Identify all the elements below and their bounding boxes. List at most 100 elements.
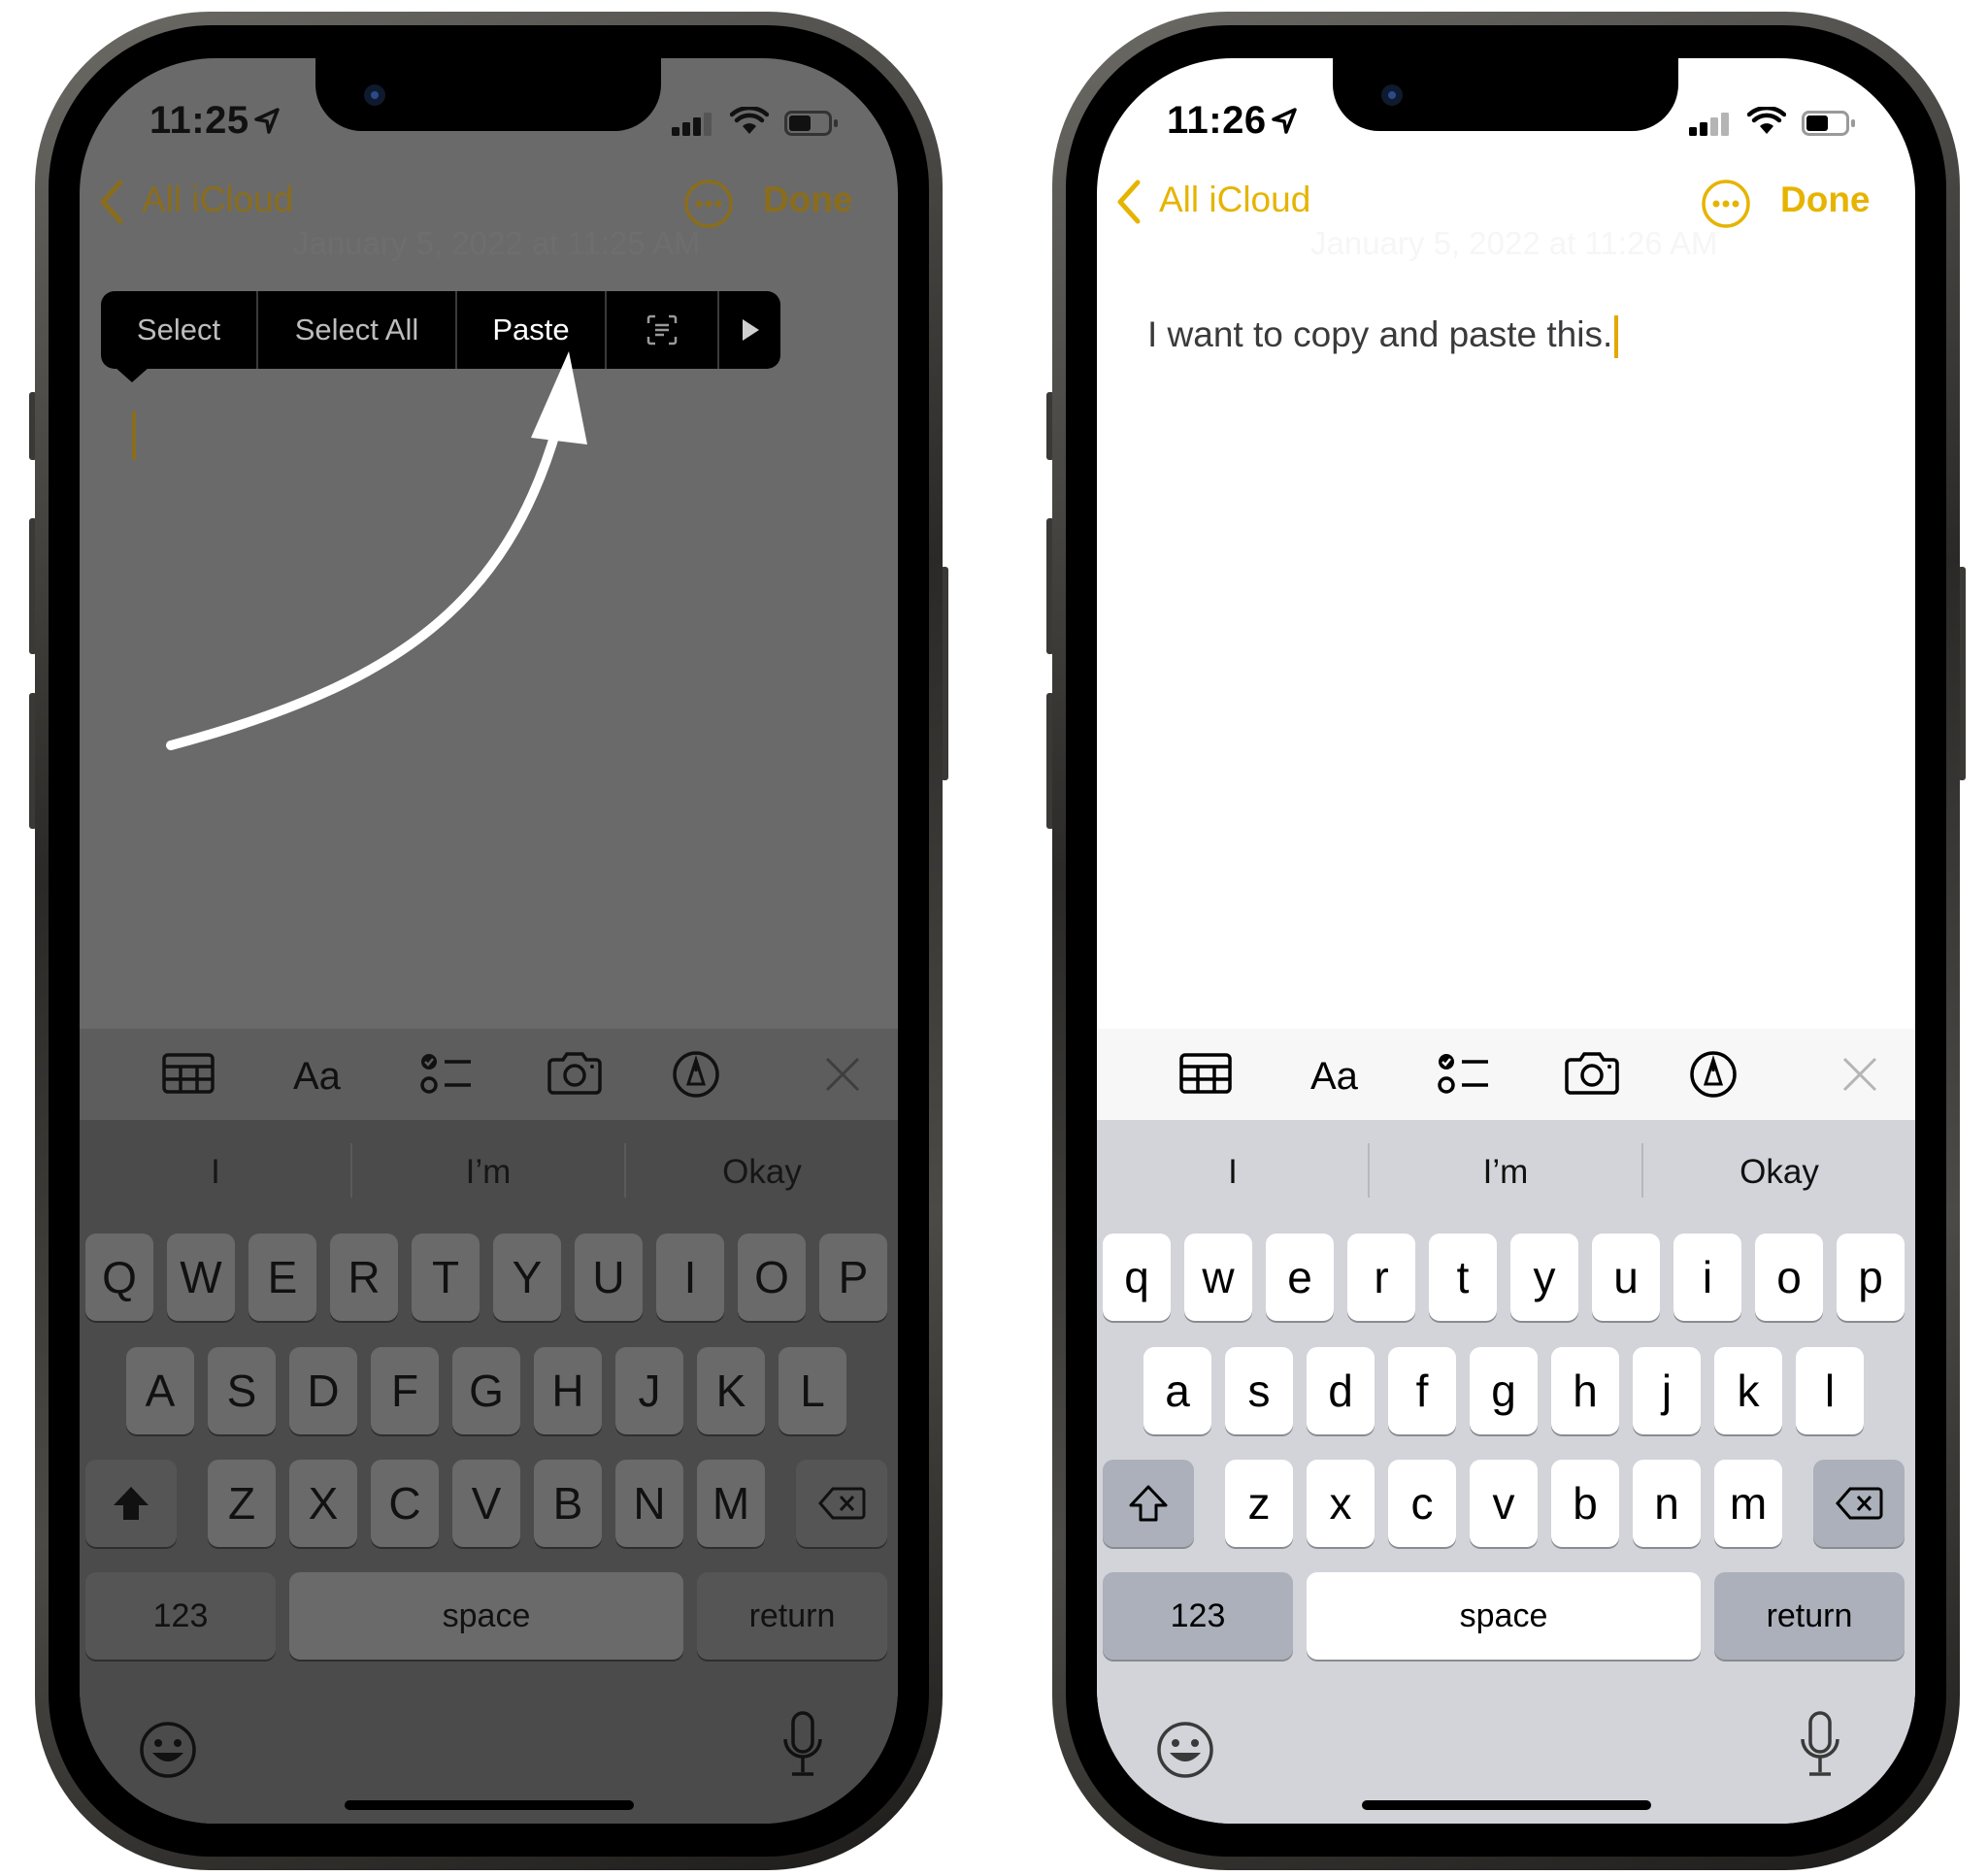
key[interactable]: L: [779, 1347, 846, 1434]
key[interactable]: y: [1510, 1234, 1578, 1321]
home-indicator: [345, 1800, 634, 1810]
mic-icon[interactable]: [780, 1710, 825, 1780]
key[interactable]: O: [738, 1234, 806, 1321]
key[interactable]: e: [1266, 1234, 1334, 1321]
phone-left: 11:25 All iCloud Done January 5, 2022 at…: [29, 12, 948, 1870]
return-key[interactable]: return: [697, 1572, 887, 1660]
text-format-icon[interactable]: Aa: [1309, 1050, 1367, 1097]
key[interactable]: o: [1755, 1234, 1823, 1321]
prediction-3[interactable]: Okay: [1643, 1153, 1915, 1192]
note-body[interactable]: I want to copy and paste this.: [1147, 314, 1619, 359]
key[interactable]: a: [1143, 1347, 1211, 1434]
home-indicator: [1362, 1800, 1651, 1810]
key[interactable]: Z: [208, 1460, 276, 1547]
key[interactable]: u: [1592, 1234, 1660, 1321]
status-time: 11:26: [1167, 99, 1267, 142]
table-icon[interactable]: [1178, 1050, 1233, 1097]
markup-pen-icon[interactable]: [672, 1050, 720, 1099]
close-icon[interactable]: [1841, 1056, 1878, 1093]
key[interactable]: J: [615, 1347, 683, 1434]
return-key[interactable]: return: [1714, 1572, 1905, 1660]
camera-icon[interactable]: [546, 1050, 604, 1097]
key[interactable]: N: [615, 1460, 683, 1547]
key[interactable]: c: [1388, 1460, 1456, 1547]
key[interactable]: F: [371, 1347, 439, 1434]
key[interactable]: l: [1796, 1347, 1864, 1434]
key[interactable]: t: [1429, 1234, 1497, 1321]
key[interactable]: g: [1470, 1347, 1538, 1434]
chevron-left-icon[interactable]: [1114, 177, 1143, 227]
key[interactable]: z: [1225, 1460, 1293, 1547]
emoji-icon[interactable]: [1155, 1720, 1215, 1780]
key[interactable]: Y: [493, 1234, 561, 1321]
camera-lens-icon: [1381, 84, 1403, 106]
key[interactable]: i: [1673, 1234, 1741, 1321]
key[interactable]: Q: [85, 1234, 153, 1321]
key[interactable]: H: [534, 1347, 602, 1434]
back-button[interactable]: All iCloud: [1159, 180, 1310, 220]
checklist-icon[interactable]: [1437, 1050, 1491, 1097]
key[interactable]: j: [1633, 1347, 1701, 1434]
key[interactable]: b: [1551, 1460, 1619, 1547]
key[interactable]: k: [1714, 1347, 1782, 1434]
key[interactable]: K: [697, 1347, 765, 1434]
key[interactable]: S: [208, 1347, 276, 1434]
key[interactable]: G: [452, 1347, 520, 1434]
key[interactable]: A: [126, 1347, 194, 1434]
key[interactable]: P: [819, 1234, 887, 1321]
space-key[interactable]: space: [289, 1572, 683, 1660]
key[interactable]: x: [1307, 1460, 1375, 1547]
camera-icon[interactable]: [1563, 1050, 1621, 1097]
key[interactable]: E: [248, 1234, 316, 1321]
markup-pen-icon[interactable]: [1689, 1050, 1738, 1099]
key[interactable]: M: [697, 1460, 765, 1547]
key[interactable]: U: [575, 1234, 643, 1321]
emoji-icon[interactable]: [138, 1720, 198, 1780]
prediction-2[interactable]: I’m: [1370, 1153, 1641, 1192]
done-button[interactable]: Done: [1780, 180, 1871, 220]
note-date: January 5, 2022 at 11:26 AM: [1310, 225, 1718, 261]
key[interactable]: r: [1347, 1234, 1415, 1321]
key[interactable]: p: [1837, 1234, 1905, 1321]
prediction-3[interactable]: Okay: [626, 1153, 898, 1192]
more-circle-icon[interactable]: [1701, 179, 1751, 229]
key[interactable]: w: [1184, 1234, 1252, 1321]
text-format-icon[interactable]: Aa: [291, 1050, 349, 1097]
prediction-1[interactable]: I: [1097, 1153, 1369, 1192]
location-arrow-icon: [1272, 108, 1297, 134]
prediction-1[interactable]: I: [80, 1153, 351, 1192]
table-icon[interactable]: [161, 1050, 215, 1097]
formatting-toolbar: Aa: [1097, 1029, 1915, 1120]
delete-key[interactable]: [796, 1460, 887, 1547]
key[interactable]: W: [167, 1234, 235, 1321]
key[interactable]: v: [1470, 1460, 1538, 1547]
numbers-key[interactable]: 123: [85, 1572, 276, 1660]
prediction-2[interactable]: I’m: [352, 1153, 624, 1192]
delete-key[interactable]: [1813, 1460, 1905, 1547]
key[interactable]: s: [1225, 1347, 1293, 1434]
numbers-key[interactable]: 123: [1103, 1572, 1293, 1660]
key[interactable]: f: [1388, 1347, 1456, 1434]
key[interactable]: R: [330, 1234, 398, 1321]
checklist-icon[interactable]: [419, 1050, 474, 1097]
shift-key[interactable]: [85, 1460, 177, 1547]
key[interactable]: q: [1103, 1234, 1171, 1321]
key[interactable]: m: [1714, 1460, 1782, 1547]
key[interactable]: D: [289, 1347, 357, 1434]
formatting-toolbar: Aa: [80, 1029, 898, 1120]
key[interactable]: n: [1633, 1460, 1701, 1547]
key[interactable]: C: [371, 1460, 439, 1547]
key[interactable]: X: [289, 1460, 357, 1547]
close-icon[interactable]: [824, 1056, 861, 1093]
mic-icon[interactable]: [1798, 1710, 1842, 1780]
key[interactable]: d: [1307, 1347, 1375, 1434]
key[interactable]: B: [534, 1460, 602, 1547]
key[interactable]: V: [452, 1460, 520, 1547]
key[interactable]: T: [412, 1234, 480, 1321]
space-key[interactable]: space: [1307, 1572, 1701, 1660]
shift-key[interactable]: [1103, 1460, 1194, 1547]
keyboard: I I’m Okay q w e r t y u i o p a s d f g…: [1097, 1120, 1915, 1824]
shift-icon: [1129, 1485, 1168, 1522]
key[interactable]: I: [656, 1234, 724, 1321]
key[interactable]: h: [1551, 1347, 1619, 1434]
